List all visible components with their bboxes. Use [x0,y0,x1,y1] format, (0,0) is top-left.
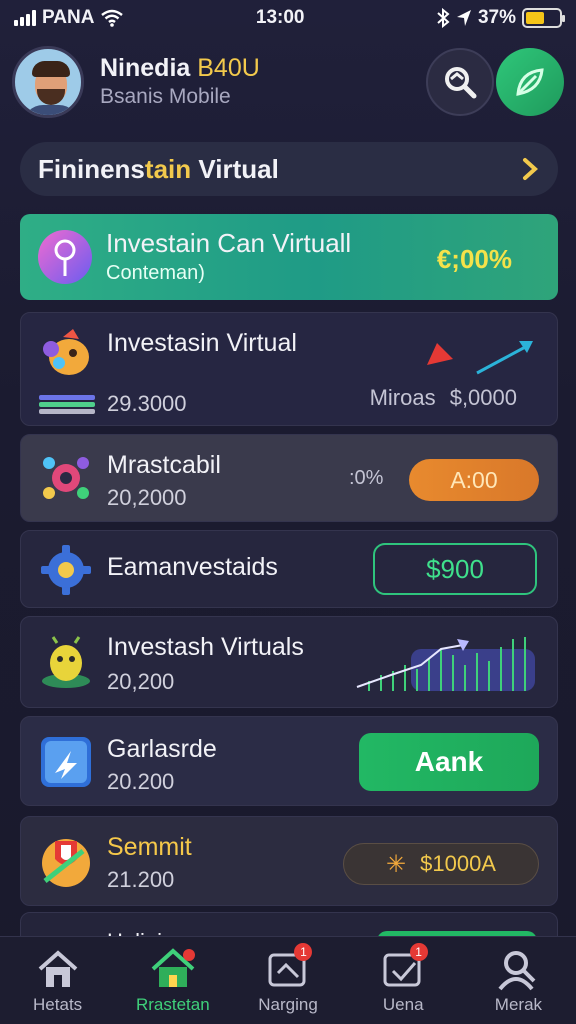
banner-title: Fininenstain Virtual [38,153,279,184]
wifi-icon [101,9,124,27]
battery-icon [521,8,565,28]
molecule-icon [37,449,95,507]
section-banner[interactable]: Fininenstain Virtual [20,142,558,196]
bottom-nav: Hetats Rrastetan 1 Narging 1 Uena Merak [0,936,576,1024]
status-bar: PANA 13:00 37% [0,0,576,36]
investment-card[interactable]: Investash Virtuals 20,200 [20,616,558,708]
card-right-label: Miroas $,0000 [369,385,517,410]
stripe-icon [39,395,95,414]
balloon-icon [36,228,94,286]
leaf-button[interactable] [496,48,564,116]
card-value: 21.200 [107,867,175,892]
home-active-icon [151,948,195,987]
card-title: Mrastcabil [107,451,221,479]
nav-item-tasks[interactable]: 1 Uena [346,937,461,1024]
amount-button[interactable]: ✳ $1000А [343,843,539,885]
investment-card[interactable]: Eamanvestaids $900 [20,530,558,608]
investment-card[interactable]: Semmit 21.200 ✳ $1000А [20,816,558,906]
location-icon [456,10,471,26]
investment-card[interactable]: Investasin Virtual 29.3000 Miroas $,0000 [20,312,558,426]
investment-card[interactable]: Garlasrde 20.200 Aank [20,716,558,806]
card-title: Semmit [107,833,192,861]
nav-item-messages[interactable]: 1 Narging [230,937,345,1024]
sparkline-chart [356,637,535,691]
card-amount: €;00% [436,244,512,274]
battery-percent: 37% [477,7,516,28]
nav-item-home[interactable]: Hetats [0,937,115,1024]
card-title: Eamanvestaids [107,553,278,581]
shield-icon [37,831,95,889]
card-value: 20,200 [107,669,175,694]
bluetooth-icon [437,8,450,28]
investment-card[interactable]: Mrastcabil 20,2000 :0% A:00 [20,434,558,522]
card-value: 29.3000 [107,391,187,416]
trend-arrow-icon [427,341,533,375]
card-value: 20,2000 [107,485,187,510]
profile-header: Ninedia B40U Bsanis Mobile [12,44,564,120]
amount-button[interactable]: $900 [373,543,537,595]
notification-badge: 1 [409,943,428,961]
search-icon [445,67,477,99]
pet-icon [37,323,95,381]
card-value: 20.200 [107,769,175,794]
amount-button[interactable]: A:00 [409,459,539,501]
nav-item-market[interactable]: Rrastetan [115,937,230,1024]
card-title: Investasin Virtual [107,329,297,357]
card-title: Investash Virtuals [107,633,304,661]
gear-icon [37,541,95,599]
card-subtitle: Conteman) [106,262,205,284]
clock: 13:00 [255,7,305,28]
signal-icon [14,10,36,26]
user-name: Ninedia B40U [100,54,260,82]
nav-item-profile[interactable]: Merak [461,937,576,1024]
leaf-icon [516,68,544,96]
coin-icon: ✳ [386,850,407,878]
home-icon [38,950,77,987]
avatar[interactable] [12,46,84,118]
action-button[interactable]: Aank [359,733,539,791]
featured-investment-card[interactable]: Investain Can Virtuall Conteman) €;00% [20,214,558,300]
bolt-icon [37,733,95,791]
user-subtitle: Bsanis Mobile [100,85,231,108]
robot-icon [37,633,95,691]
person-icon [498,951,536,991]
app-screen: PANA 13:00 37% Ninedia B40U Bsanis Mobil… [0,0,576,1024]
search-button[interactable] [426,48,494,116]
card-title: Investain Can Virtuall [106,228,352,258]
card-title: Garlasrde [107,735,217,763]
user-info: Ninedia B40U Bsanis Mobile [100,53,260,111]
chevron-right-icon [523,158,538,180]
card-percent: :0% [349,467,384,489]
carrier-label: PANA [42,7,95,28]
